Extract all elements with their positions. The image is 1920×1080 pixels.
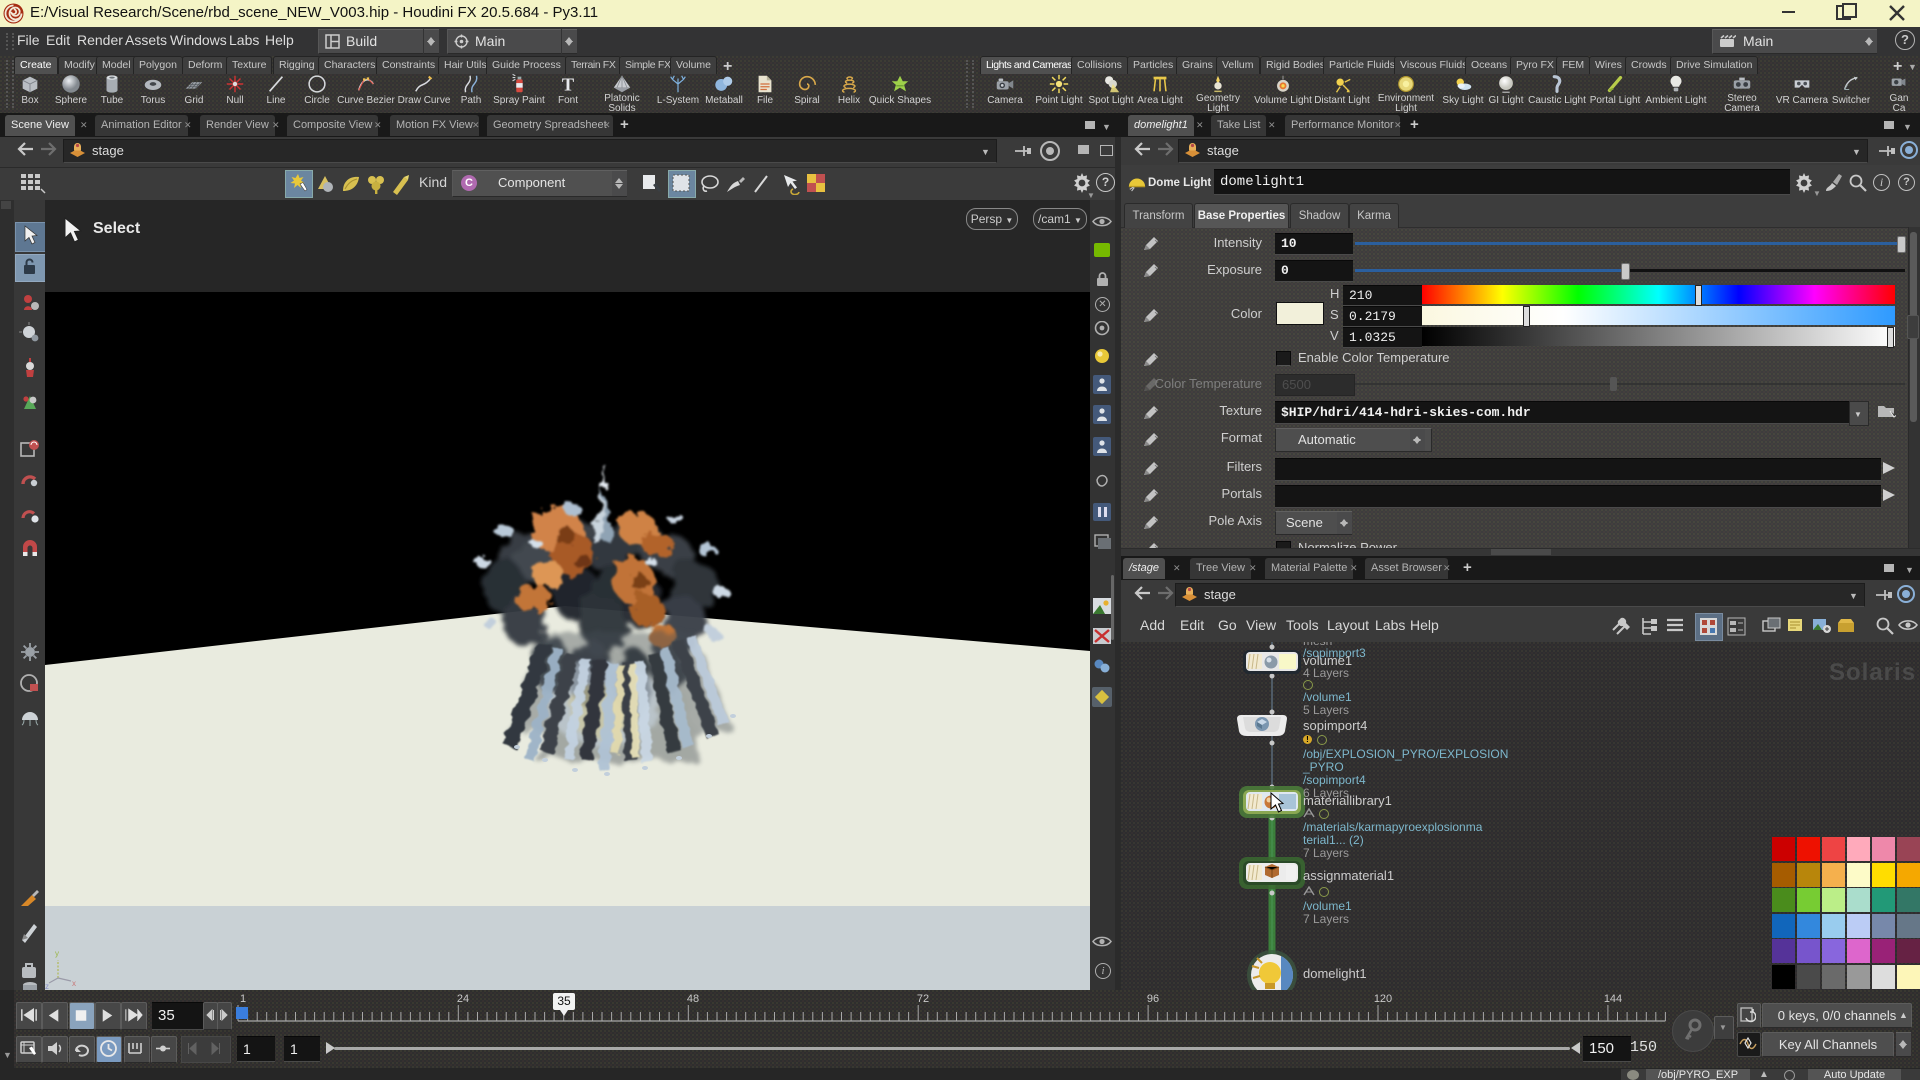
svg-text:z: z <box>45 982 49 990</box>
svg-text:T: T <box>562 74 574 94</box>
svg-text:y: y <box>55 949 59 958</box>
svg-text:x: x <box>72 979 76 988</box>
